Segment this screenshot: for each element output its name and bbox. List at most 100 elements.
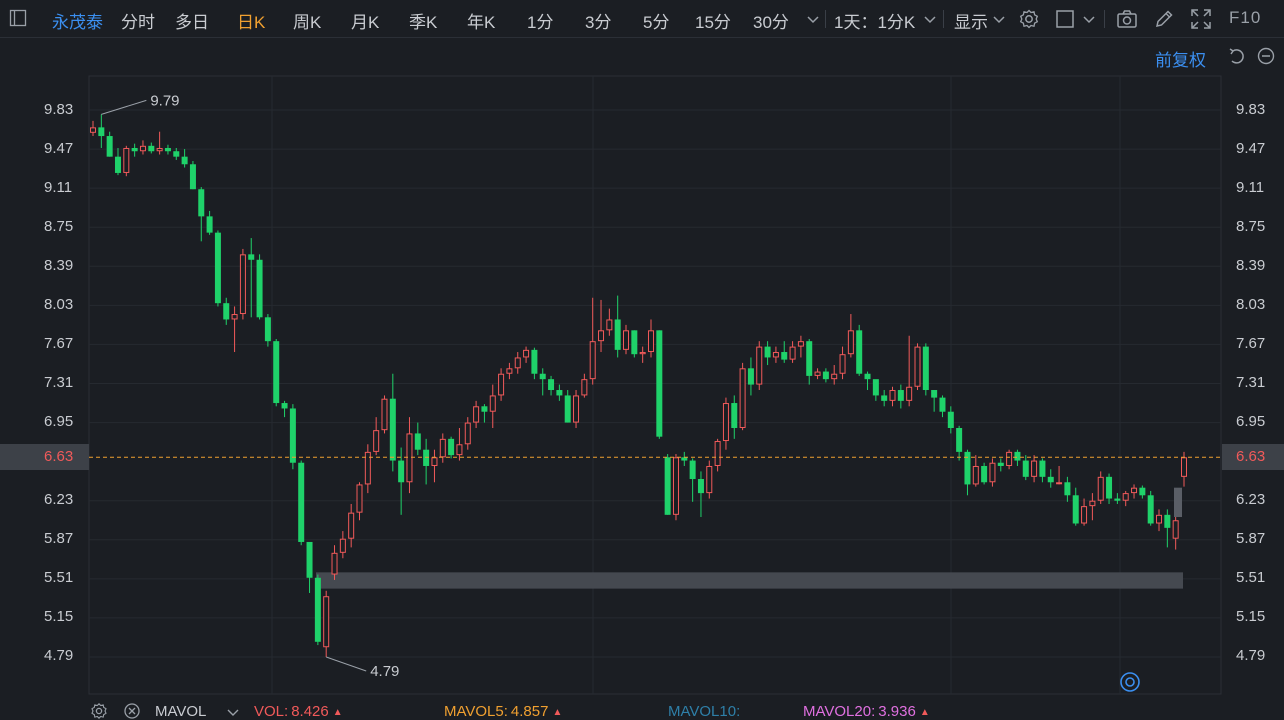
tab-5min[interactable]: 5分 xyxy=(643,8,669,33)
mavol10-value: MAVOL10: xyxy=(668,703,741,720)
tab-1min[interactable]: 1分 xyxy=(527,8,553,33)
candle-body xyxy=(906,386,913,401)
candle-body xyxy=(281,403,288,409)
candle-body xyxy=(531,349,538,374)
candle-body xyxy=(1181,457,1187,477)
y-tick-label: 4.79 xyxy=(1236,647,1266,664)
tab-yearly-k[interactable]: 年K xyxy=(467,8,495,33)
divider xyxy=(825,10,826,28)
candle-body xyxy=(1089,500,1096,507)
candle-body xyxy=(331,552,338,575)
candle-body xyxy=(423,449,430,466)
y-tick-label: 9.47 xyxy=(44,140,74,157)
tab-intraday[interactable]: 分时 xyxy=(121,8,155,33)
candle-body xyxy=(947,411,954,428)
candle-body xyxy=(647,330,654,353)
candle-body xyxy=(697,479,704,494)
y-tick-label: 5.15 xyxy=(44,608,74,625)
candle-body xyxy=(872,379,879,396)
tab-monthly-k[interactable]: 月K xyxy=(351,8,379,33)
tab-15min[interactable]: 15分 xyxy=(695,8,731,33)
candle-body xyxy=(90,127,96,133)
candle-body xyxy=(639,352,646,355)
f10-button[interactable]: F10 xyxy=(1229,8,1261,28)
candle-body xyxy=(148,145,155,152)
tab-weekly-k[interactable]: 周K xyxy=(293,8,321,33)
pencil-icon[interactable] xyxy=(1153,8,1175,30)
minus-circle-icon[interactable] xyxy=(1256,46,1276,66)
more-periods-dropdown[interactable]: 1天：1分K xyxy=(834,8,915,33)
current-price-tag-right: 6.63 xyxy=(1222,444,1284,470)
candle-body xyxy=(1122,493,1129,501)
stock-name[interactable]: 永茂泰 xyxy=(52,8,103,33)
candle-body xyxy=(356,484,363,513)
candle-body xyxy=(248,254,255,260)
fullscreen-icon[interactable] xyxy=(1190,8,1212,30)
y-tick-label: 6.95 xyxy=(44,413,74,430)
candle-body xyxy=(348,512,355,539)
candle-body xyxy=(589,341,596,380)
tab-daily-k[interactable]: 日K xyxy=(237,8,265,33)
candlestick-chart[interactable]: 9.79 4.79 xyxy=(0,0,1284,720)
gear-icon[interactable] xyxy=(1018,8,1040,30)
candle-body xyxy=(139,145,146,152)
chevron-down-icon[interactable] xyxy=(991,11,1007,27)
candle-body xyxy=(814,371,821,376)
candle-body xyxy=(1022,460,1029,477)
candle-body xyxy=(1031,460,1038,477)
candle-body xyxy=(839,354,846,374)
candle-body xyxy=(323,596,330,648)
gear-icon[interactable] xyxy=(90,702,108,720)
square-icon[interactable] xyxy=(1054,8,1076,30)
candle-body xyxy=(389,398,396,461)
candle-body xyxy=(231,314,238,320)
tab-3min[interactable]: 3分 xyxy=(585,8,611,33)
candle-body xyxy=(756,346,763,385)
at-icon[interactable] xyxy=(1120,672,1140,692)
tab-30min[interactable]: 30分 xyxy=(753,8,789,33)
candle-body xyxy=(264,317,271,342)
candle-body xyxy=(198,189,205,217)
candle-body xyxy=(181,156,188,165)
undo-icon[interactable] xyxy=(1227,46,1247,66)
candle-body xyxy=(931,390,938,398)
price-marker xyxy=(1174,487,1182,517)
y-tick-label: 8.75 xyxy=(1236,218,1266,235)
camera-icon[interactable] xyxy=(1116,8,1138,30)
candle-body xyxy=(939,397,946,412)
candle-body xyxy=(498,373,505,396)
min-price-pointer xyxy=(326,656,367,672)
candle-body xyxy=(789,346,796,360)
tab-quarterly-k[interactable]: 季K xyxy=(409,8,437,33)
chevron-down-icon[interactable] xyxy=(805,11,821,27)
display-dropdown[interactable]: 显示 xyxy=(954,8,988,33)
candle-body xyxy=(581,379,588,396)
max-price-label: 9.79 xyxy=(150,92,179,109)
candle-body xyxy=(822,371,829,380)
chevron-down-icon[interactable] xyxy=(226,705,240,719)
indicator-name[interactable]: MAVOL xyxy=(155,703,206,720)
candle-body xyxy=(1156,514,1163,524)
volume-indicator-bar: MAVOL VOL: 8.426 ▲ MAVOL5: 4.857 ▲ MAVOL10: … xyxy=(0,698,1284,720)
price-adjust-label[interactable]: 前复权 xyxy=(1155,46,1206,71)
candle-body xyxy=(573,395,580,423)
candle-body xyxy=(964,451,971,485)
y-tick-label: 9.83 xyxy=(1236,101,1266,118)
y-tick-label: 8.03 xyxy=(1236,296,1266,313)
candle-body xyxy=(656,330,663,437)
candle-body xyxy=(972,465,979,485)
close-circle-icon[interactable] xyxy=(123,702,141,720)
chevron-down-icon[interactable] xyxy=(1081,11,1097,27)
candle-body xyxy=(714,441,721,466)
candle-body xyxy=(523,349,530,358)
candle-body xyxy=(598,330,605,342)
panel-toggle-icon[interactable] xyxy=(9,9,27,27)
candle-body xyxy=(1164,514,1171,528)
candle-body xyxy=(289,408,296,463)
toolbar: 永茂泰 分时 多日 日K 周K 月K 季K 年K 1分 3分 5分 15分 30… xyxy=(0,0,1284,38)
y-tick-label: 7.31 xyxy=(1236,374,1266,391)
tab-multi-day[interactable]: 多日 xyxy=(175,8,209,33)
candle-body xyxy=(456,444,463,456)
chevron-down-icon[interactable] xyxy=(922,11,938,27)
candle-body xyxy=(956,427,963,452)
